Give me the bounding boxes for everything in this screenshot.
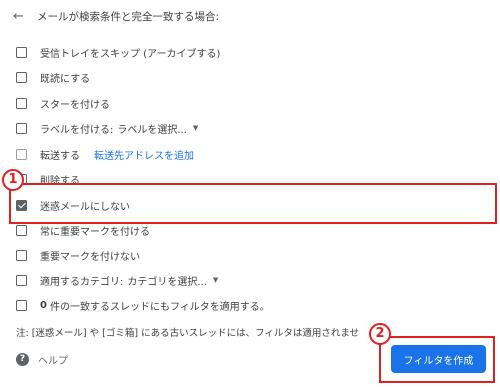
mark-read-label: 既読にする <box>40 73 91 85</box>
forward-label: 転送する <box>40 150 80 162</box>
option-always-important[interactable]: 常に重要マークを付ける <box>16 222 150 238</box>
apply-label-checkbox[interactable] <box>16 122 27 134</box>
annotation-badge-1: 1 <box>2 169 24 191</box>
highlight-box-create-filter <box>379 336 495 383</box>
also-apply-label: 件の一致するスレッドにもフィルタを適用する。 <box>49 301 270 313</box>
add-forwarding-address-link[interactable]: 転送先アドレスを追加 <box>94 147 194 162</box>
mark-read-checkbox[interactable] <box>16 71 27 83</box>
chevron-down-icon[interactable]: ▼ <box>213 276 218 284</box>
always-important-label: 常に重要マークを付ける <box>40 226 150 238</box>
option-never-important[interactable]: 重要マークを付けない <box>16 247 140 263</box>
categorize-label: 適用するカテゴリ: <box>40 276 124 288</box>
skip-inbox-checkbox[interactable] <box>16 46 27 58</box>
filter-criteria-heading: メールが検索条件と完全一致する場合: <box>37 11 220 23</box>
apply-label-label: ラベルを付ける: <box>40 124 114 136</box>
also-apply-checkbox[interactable] <box>16 299 27 311</box>
forward-checkbox[interactable] <box>16 148 27 160</box>
always-important-checkbox[interactable] <box>16 224 27 236</box>
matching-count: 0 <box>40 299 47 311</box>
help-icon[interactable]: ? <box>16 353 29 366</box>
filter-note: 注: [迷惑メール] や [ゴミ箱] にある古いスレッドには、フィルタは適用され… <box>16 328 360 339</box>
option-categorize[interactable]: 適用するカテゴリ: カテゴリを選択... ▼ <box>16 272 218 288</box>
category-select-dropdown[interactable]: カテゴリを選択... <box>127 273 207 288</box>
help-link[interactable]: ヘルプ <box>38 352 68 367</box>
label-select-dropdown[interactable]: ラベルを選択... <box>117 121 187 136</box>
arrow-left-icon[interactable]: ← <box>13 10 27 24</box>
skip-inbox-label: 受信トレイをスキップ (アーカイブする) <box>40 48 221 60</box>
categorize-checkbox[interactable] <box>16 274 27 286</box>
annotation-badge-2: 2 <box>369 323 391 345</box>
option-apply-label[interactable]: ラベルを付ける: ラベルを選択... ▼ <box>16 120 198 136</box>
option-also-apply[interactable]: 0 件の一致するスレッドにもフィルタを適用する。 <box>16 297 270 313</box>
highlight-box-never-spam <box>9 183 497 224</box>
star-checkbox[interactable] <box>16 97 27 109</box>
option-skip-inbox[interactable]: 受信トレイをスキップ (アーカイブする) <box>16 44 220 60</box>
never-important-checkbox[interactable] <box>16 249 27 261</box>
option-star[interactable]: スターを付ける <box>16 95 110 111</box>
option-mark-read[interactable]: 既読にする <box>16 69 90 85</box>
star-label: スターを付ける <box>40 99 110 111</box>
never-important-label: 重要マークを付けない <box>40 251 140 263</box>
option-forward[interactable]: 転送する 転送先アドレスを追加 <box>16 146 194 162</box>
chevron-down-icon[interactable]: ▼ <box>193 124 198 132</box>
